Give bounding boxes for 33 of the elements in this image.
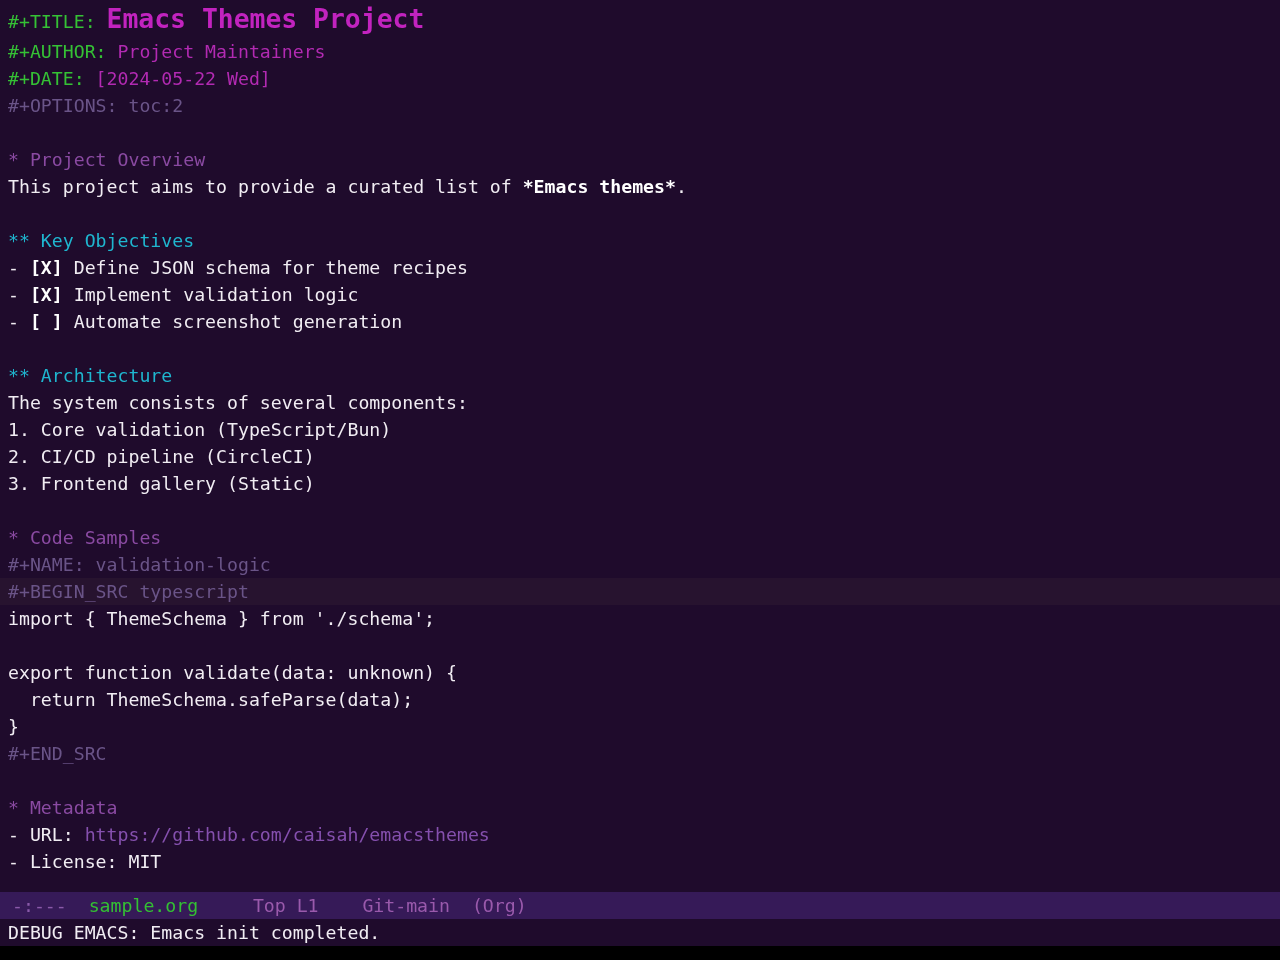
section-heading: ** Key Objectives bbox=[8, 229, 195, 253]
paragraph-text: The system consists of several components: bbox=[8, 391, 468, 415]
cursor-position: Top L1 bbox=[252, 894, 319, 918]
author-name: Project Maintainers bbox=[117, 40, 326, 64]
major-mode: (Org) bbox=[471, 894, 527, 918]
keyword-label: #+OPTIONS: bbox=[8, 94, 118, 118]
date-text: [2024-05-22 Wed] bbox=[95, 67, 271, 91]
keyword-label: #+AUTHOR: bbox=[8, 40, 107, 64]
keyword-label: #+DATE: bbox=[8, 67, 85, 91]
section-heading: * Code Samples bbox=[8, 526, 162, 550]
git-branch: Git-main bbox=[362, 894, 450, 918]
section-heading: * Metadata bbox=[8, 796, 118, 820]
task-item: - [X] Implement validation logic bbox=[8, 283, 359, 307]
buffer-name: sample.org bbox=[88, 894, 199, 918]
src-end-line: #+END_SRC bbox=[8, 742, 107, 766]
url-link[interactable]: https://github.com/caisah/emacsthemes bbox=[84, 821, 490, 848]
buffer-status: -:--- bbox=[12, 894, 67, 918]
list-label: - URL: bbox=[8, 823, 74, 847]
paragraph-text: This project aims to provide a curated list of *Emacs themes*. bbox=[8, 175, 687, 199]
code-text: import { ThemeSchema } from './schema'; export function validate(data: unknown) { return ThemeSchema.safeParse(data); } bbox=[8, 607, 457, 739]
list-item: 2. CI/CD pipeline (CircleCI) bbox=[8, 445, 315, 469]
keyword-label: #+TITLE: bbox=[8, 10, 96, 34]
list-item: - License: MIT bbox=[8, 850, 162, 874]
list-item: 1. Core validation (TypeScript/Bun) bbox=[8, 418, 392, 442]
list-item: 3. Frontend gallery (Static) bbox=[8, 472, 315, 496]
section-heading: * Project Overview bbox=[8, 148, 206, 172]
task-item: - [ ] Automate screenshot generation bbox=[8, 310, 403, 334]
section-heading: ** Architecture bbox=[8, 364, 173, 388]
document-title: Emacs Themes Project bbox=[106, 2, 425, 36]
option-value: toc:2 bbox=[128, 94, 184, 118]
block-name-line: #+NAME: validation-logic bbox=[8, 553, 271, 577]
task-item: - [X] Define JSON schema for theme recipes bbox=[8, 256, 468, 280]
echo-message: DEBUG EMACS: Emacs init completed. bbox=[8, 922, 381, 943]
